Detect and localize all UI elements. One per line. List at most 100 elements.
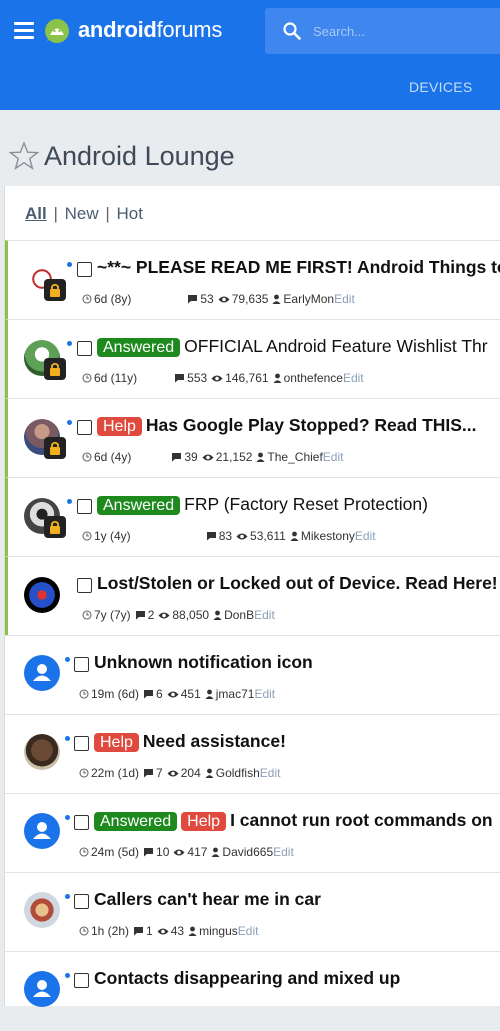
thread-title-text[interactable]: Callers can't hear me in car [94,889,321,909]
nav-devices[interactable]: DEVICES [409,79,473,95]
thread-time: 22m (1d) [79,766,139,780]
thread-author[interactable]: David665 [211,845,273,859]
thread-row[interactable]: Unknown notification icon 19m (6d) 6 451 jma… [5,635,500,715]
thread-title-text[interactable]: Need assistance! [143,731,286,751]
thread-time: 1y (4y) [82,529,131,543]
android-logo-icon[interactable] [44,18,70,44]
thread-title[interactable]: Callers can't hear me in car [94,889,321,910]
unread-indicator [67,262,72,267]
thread-row[interactable]: ~**~ PLEASE READ ME FIRST! Android Thing… [5,240,500,320]
thread-row[interactable]: Contacts disappearing and mixed up [5,951,500,1031]
search-input[interactable] [313,19,500,43]
thread-author-text[interactable]: mingus [199,924,238,938]
thread-title-text[interactable]: FRP (Factory Reset Protection) [184,494,428,514]
thread-title-text[interactable]: Unknown notification icon [94,652,313,672]
avatar[interactable] [24,577,60,613]
thread-author-text[interactable]: DonB [224,608,254,622]
default-avatar-icon[interactable] [24,813,60,849]
thread-title[interactable]: ~**~ PLEASE READ ME FIRST! Android Thing… [97,257,500,278]
thread-select-checkbox[interactable] [74,657,89,672]
thread-select-checkbox[interactable] [74,815,89,830]
default-avatar-icon[interactable] [24,971,60,1007]
thread-select-checkbox[interactable] [74,894,89,909]
view-count: 43 [157,924,184,938]
default-avatar-icon[interactable] [24,655,60,691]
menu-icon[interactable] [14,22,34,40]
edit-link[interactable]: Edit [343,371,364,385]
search-icon[interactable] [283,22,301,40]
thread-select-checkbox[interactable] [77,499,92,514]
thread-title-text[interactable]: Lost/Stolen or Locked out of Device. Rea… [97,573,498,593]
search-box[interactable] [265,8,500,54]
thread-title[interactable]: Contacts disappearing and mixed up [94,968,400,989]
thread-row[interactable]: Answered FRP (Factory Reset Protection) 1y… [5,477,500,557]
thread-time-text: 6d (8y) [94,292,132,306]
reply-count: 2 [135,608,154,622]
thread-title[interactable]: Lost/Stolen or Locked out of Device. Rea… [97,573,498,594]
thread-author-text[interactable]: Mikestony [301,529,355,543]
avatar[interactable] [24,892,60,928]
thread-row[interactable]: Callers can't hear me in car 1h (2h) 1 43 mi… [5,872,500,952]
star-icon[interactable] [8,140,40,172]
thread-author-text[interactable]: David665 [222,845,273,859]
thread-author[interactable]: DonB [213,608,254,622]
thread-row[interactable]: Answered Help I cannot run root commands o… [5,793,500,873]
thread-author[interactable]: jmac71 [205,687,255,701]
thread-title[interactable]: Help Need assistance! [94,731,286,752]
thread-time-text: 19m (6d) [91,687,140,701]
thread-title-text[interactable]: I cannot run root commands on [230,810,493,830]
thread-meta: 6d (11y) 553 146,761 onthefence Edit [82,371,364,385]
filter-all[interactable]: All [25,204,47,223]
edit-link[interactable]: Edit [273,845,294,859]
thread-author-text[interactable]: onthefence [284,371,343,385]
thread-title[interactable]: Answered FRP (Factory Reset Protection) [97,494,428,515]
thread-select-checkbox[interactable] [77,578,92,593]
edit-link[interactable]: Edit [254,687,275,701]
help-badge: Help [94,733,139,752]
thread-title[interactable]: Help Has Google Play Stopped? Read THIS..… [97,415,477,436]
thread-row[interactable]: Help Need assistance! 22m (1d) 7 204 Goldfish… [5,714,500,794]
thread-select-checkbox[interactable] [77,341,92,356]
thread-row[interactable]: Answered OFFICIAL Android Feature Wishlis… [5,319,500,399]
thread-select-checkbox[interactable] [77,262,92,277]
edit-link[interactable]: Edit [238,924,259,938]
thread-author-text[interactable]: jmac71 [216,687,255,701]
reply-count-text: 6 [156,687,163,701]
thread-author-text[interactable]: Goldfish [216,766,260,780]
thread-author[interactable]: onthefence [273,371,343,385]
filter-hot[interactable]: Hot [117,204,143,223]
thread-author[interactable]: mingus [188,924,238,938]
thread-title-text[interactable]: OFFICIAL Android Feature Wishlist Thr [184,336,487,356]
edit-link[interactable]: Edit [254,608,275,622]
edit-link[interactable]: Edit [355,529,376,543]
edit-link[interactable]: Edit [323,450,344,464]
thread-title[interactable]: Answered OFFICIAL Android Feature Wishlis… [97,336,488,357]
thread-row[interactable]: Help Has Google Play Stopped? Read THIS..… [5,398,500,478]
view-count: 79,635 [218,292,269,306]
site-logo[interactable]: androidforums [78,17,222,43]
thread-author[interactable]: The_Chief [256,450,323,464]
thread-author-text[interactable]: The_Chief [267,450,322,464]
thread-author[interactable]: Mikestony [290,529,355,543]
thread-title-text[interactable]: Has Google Play Stopped? Read THIS... [146,415,477,435]
thread-meta: 1h (2h) 1 43 mingus Edit [79,924,258,938]
thread-time-text: 1y (4y) [94,529,131,543]
page-title: Android Lounge [44,141,235,171]
thread-select-checkbox[interactable] [77,420,92,435]
thread-author-text[interactable]: EarlyMon [283,292,334,306]
thread-title[interactable]: Unknown notification icon [94,652,313,673]
thread-select-checkbox[interactable] [74,736,89,751]
edit-link[interactable]: Edit [260,766,281,780]
thread-author[interactable]: Goldfish [205,766,260,780]
avatar[interactable] [24,734,60,770]
thread-title-text[interactable]: ~**~ PLEASE READ ME FIRST! Android Thing… [97,257,500,277]
thread-select-checkbox[interactable] [74,973,89,988]
thread-title[interactable]: Answered Help I cannot run root commands o… [94,810,493,831]
thread-title-text[interactable]: Contacts disappearing and mixed up [94,968,400,988]
thread-row[interactable]: Lost/Stolen or Locked out of Device. Rea… [5,556,500,636]
filter-new[interactable]: New [65,204,99,223]
edit-link[interactable]: Edit [334,292,355,306]
thread-author[interactable]: EarlyMon [272,292,334,306]
view-count-text: 79,635 [231,292,269,306]
filter-separator: | [53,204,58,223]
